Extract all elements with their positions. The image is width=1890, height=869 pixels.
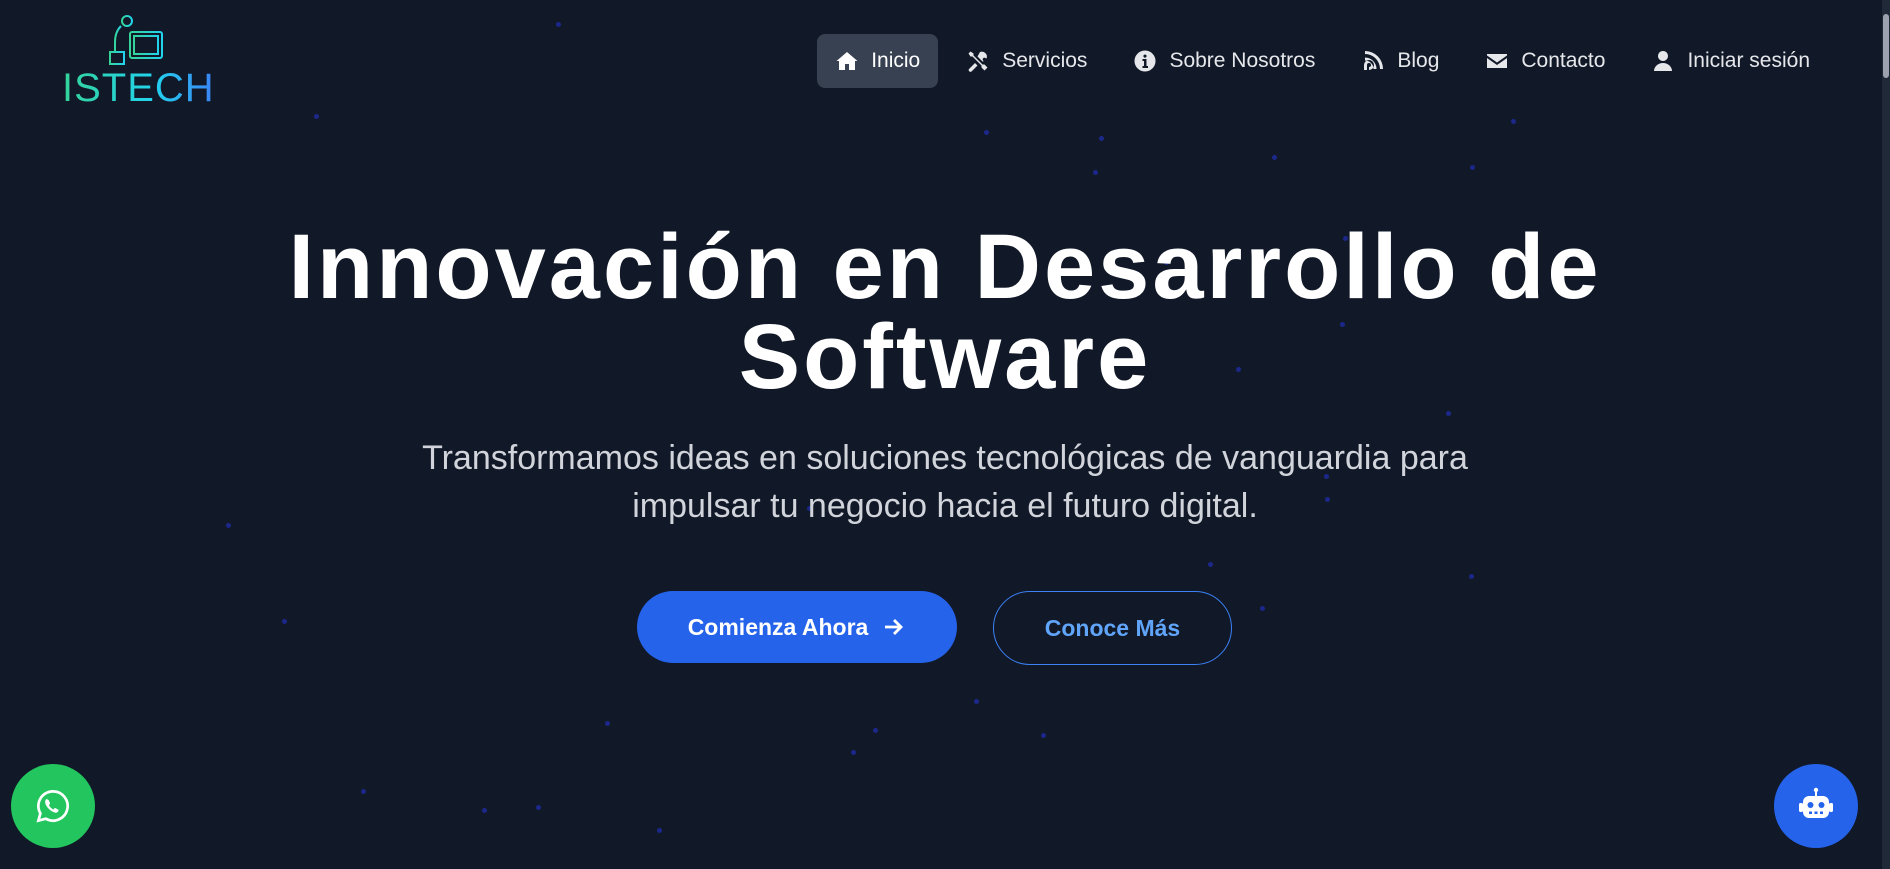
nav-item-label: Blog [1397,49,1440,72]
scrollbar-thumb[interactable] [1883,14,1889,78]
secondary-button-label: Conoce Más [1044,614,1181,641]
developer-logo-icon [109,15,163,65]
whatsapp-icon [36,790,69,823]
hero-title-line1: Innovación en Desarrollo de [288,216,1602,318]
robot-icon [1799,787,1833,818]
nav-item-inicio[interactable]: Inicio [817,34,939,88]
envelope-icon [1487,54,1508,68]
nav-item-sobre-nosotros[interactable]: Sobre Nosotros [1115,34,1333,88]
istech-logo[interactable]: ISTECH [62,12,214,108]
hero-title-line2: Software [738,306,1152,408]
primary-button-label: Comienza Ahora [687,613,869,640]
nav-item-servicios[interactable]: Servicios [948,34,1105,88]
page-scrollbar[interactable] [1882,0,1890,869]
hero-title: Innovación en Desarrollo de Software [0,221,1890,403]
hero-subtitle-line2: impulsar tu negocio hacia el futuro digi… [632,487,1258,525]
chatbot-button[interactable] [1774,764,1858,848]
nav-item-label: Inicio [871,49,921,72]
hero-subtitle-line1: Transformamos ideas en soluciones tecnol… [422,439,1468,477]
info-circle-icon [1134,50,1156,72]
conoce-mas-button[interactable]: Conoce Más [993,591,1232,665]
whatsapp-button[interactable] [11,764,95,848]
rss-icon [1364,51,1384,70]
nav-item-contacto[interactable]: Contacto [1467,34,1623,88]
main-nav: Inicio Servicios Sobre Nosotros Blog Con… [817,34,1828,88]
comienza-ahora-button[interactable]: Comienza Ahora [637,591,957,663]
nav-item-label: Iniciar sesión [1687,49,1810,72]
arrow-right-icon [885,619,904,635]
nav-item-iniciar-sesion[interactable]: Iniciar sesión [1633,34,1828,88]
nav-item-label: Sobre Nosotros [1169,49,1316,72]
user-icon [1654,51,1673,71]
logo-text: ISTECH [62,66,215,110]
hero-subtitle: Transformamos ideas en soluciones tecnol… [345,434,1545,530]
nav-item-label: Servicios [1002,49,1088,72]
home-icon [836,52,858,70]
nav-item-blog[interactable]: Blog [1343,34,1457,88]
page: ISTECH Inicio Servicios Sobre Nosotros B… [0,0,1890,869]
tools-icon [968,51,988,72]
nav-item-label: Contacto [1521,49,1606,72]
